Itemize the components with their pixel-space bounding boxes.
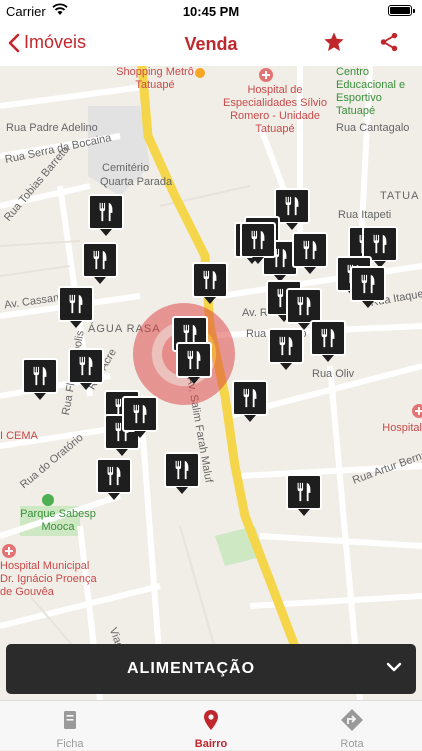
back-label: Imóveis — [24, 32, 87, 52]
chevron-down-icon — [386, 662, 402, 672]
poi-label: Parque Sabesp Mooca — [20, 508, 96, 533]
street-label: Rua Oliv — [312, 368, 355, 380]
restaurant-icon — [79, 356, 93, 376]
restaurant-pin[interactable] — [96, 458, 132, 500]
poi-label: Centro Educacional e Esportivo Tatuapé — [336, 66, 406, 117]
restaurant-pin[interactable] — [232, 380, 268, 422]
navigation-bar: Imóveis Venda — [0, 22, 422, 66]
chevron-left-icon — [8, 33, 20, 52]
restaurant-pin[interactable] — [286, 474, 322, 516]
restaurant-pin[interactable] — [68, 348, 104, 390]
document-icon — [64, 711, 76, 729]
clock: 10:45 PM — [182, 4, 240, 19]
poi-label: Hospital de Especialidades Sílvio Romero… — [223, 84, 327, 135]
tab-ficha[interactable]: Ficha — [0, 701, 140, 751]
restaurant-pin[interactable] — [310, 320, 346, 362]
restaurant-pin[interactable] — [176, 342, 212, 384]
battery-icon — [388, 5, 415, 16]
restaurant-pin[interactable] — [22, 358, 58, 400]
restaurant-icon — [133, 404, 147, 424]
restaurant-icon — [303, 240, 317, 260]
restaurant-pin[interactable] — [164, 452, 200, 494]
park-icon — [42, 494, 54, 506]
restaurant-pin[interactable] — [268, 328, 304, 370]
restaurant-icon — [285, 196, 299, 216]
share-icon[interactable] — [378, 31, 400, 53]
restaurant-icon — [175, 460, 189, 480]
tab-label: Ficha — [56, 738, 84, 750]
category-label: ALIMENTAÇÃO — [126, 660, 256, 677]
restaurant-pin[interactable] — [240, 222, 276, 264]
restaurant-pin[interactable] — [350, 266, 386, 308]
restaurant-icon — [251, 230, 265, 250]
tab-label: Bairro — [194, 738, 228, 750]
restaurant-icon — [69, 294, 83, 314]
directions-icon — [341, 709, 363, 731]
restaurant-pin[interactable] — [122, 396, 158, 438]
poi-label: Shopping Metrô Tatuapé — [116, 66, 194, 91]
restaurant-icon — [187, 350, 201, 370]
back-button[interactable]: Imóveis — [8, 32, 86, 53]
poi-label: I CEMA — [0, 430, 38, 442]
restaurant-icon — [93, 250, 107, 270]
status-bar: Carrier 10:45 PM — [0, 0, 422, 22]
restaurant-icon — [33, 366, 47, 386]
map-pin-icon — [204, 710, 218, 730]
tab-rota[interactable]: Rota — [282, 701, 422, 751]
restaurant-icon — [361, 274, 375, 294]
neighborhood-map[interactable]: Rua Padre Adelino Rua Serra da Bocaina R… — [0, 66, 422, 700]
tab-bar: Ficha Bairro Rota — [0, 700, 422, 750]
restaurant-pin[interactable] — [88, 194, 124, 236]
cemetery-label: Quarta Parada — [100, 176, 173, 188]
restaurant-icon — [99, 202, 113, 222]
restaurant-pin[interactable] — [82, 242, 118, 284]
restaurant-pin[interactable] — [192, 262, 228, 304]
poi-label: Hospital — [382, 422, 422, 434]
tab-bairro[interactable]: Bairro — [141, 701, 281, 751]
cemetery-label: Cemitério — [102, 162, 150, 174]
restaurant-pin[interactable] — [58, 286, 94, 328]
hospital-icon — [2, 544, 16, 558]
hospital-icon — [412, 404, 422, 418]
category-selector[interactable]: ALIMENTAÇÃO — [6, 644, 416, 694]
restaurant-icon — [279, 336, 293, 356]
tab-label: Rota — [340, 738, 364, 750]
restaurant-pin[interactable] — [292, 232, 328, 274]
street-label: Rua Padre Adelino — [6, 122, 98, 134]
poi-label: Hospital Municipal Dr. Ignácio Proença d… — [0, 560, 97, 598]
restaurant-icon — [203, 270, 217, 290]
restaurant-icon — [373, 234, 387, 254]
restaurant-icon — [321, 328, 335, 348]
restaurant-icon — [107, 466, 121, 486]
street-label: Rua Cantagalo — [336, 122, 410, 134]
star-icon[interactable] — [323, 31, 345, 53]
restaurant-icon — [297, 296, 311, 316]
restaurant-pin[interactable] — [286, 288, 322, 330]
hospital-icon — [259, 68, 273, 82]
street-label: Rua Itapeti — [338, 209, 392, 221]
restaurant-icon — [243, 388, 257, 408]
district-label: TATUA — [380, 190, 420, 202]
restaurant-icon — [297, 482, 311, 502]
